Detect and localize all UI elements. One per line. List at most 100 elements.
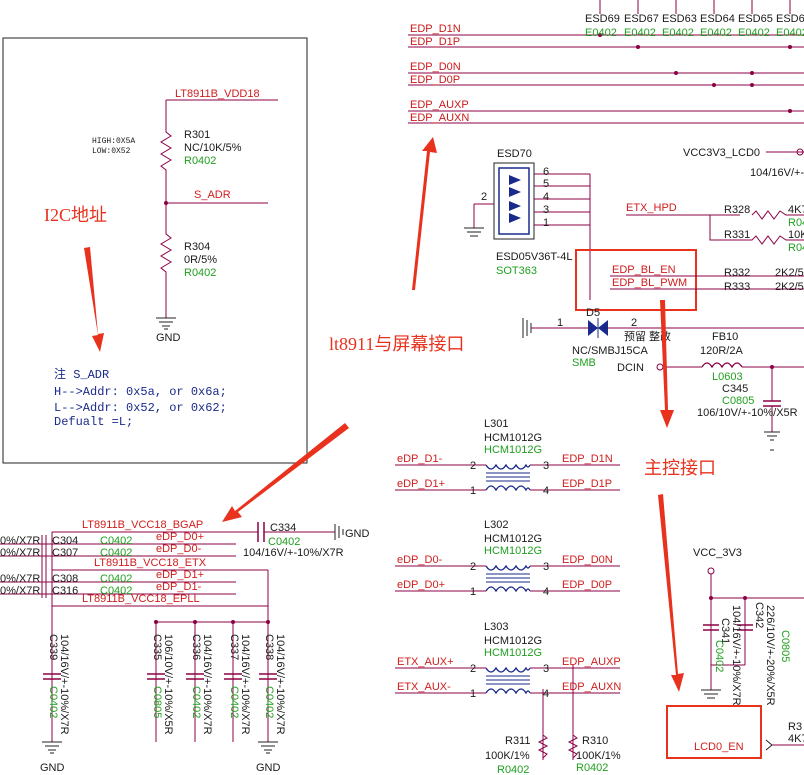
vcc18-etx-net: LT8911B_VCC18_ETX [94, 557, 207, 569]
gnd-symbol-right [258, 741, 278, 754]
cap-value: 104/16V/+-10%/X7R [201, 634, 213, 735]
cap-value: 106/10V/+-10%/X5R [162, 634, 174, 735]
schematic-canvas: LT8911B_VDD18 HIGH:0X5A LOW:0X52 R301 NC… [0, 0, 804, 775]
i2c-annotation: I2C地址 [44, 205, 107, 225]
fb10-value: 120R/2A [700, 345, 743, 357]
r311-value: 100K/1% [485, 750, 530, 762]
c334-gnd: GND [345, 528, 370, 540]
esd70-pin-4: 4 [543, 191, 549, 203]
choke-ref: L303 [484, 621, 508, 633]
cap-value: 104/16V/+-10%/X7R [274, 634, 286, 735]
c345-value: 106/10V/+-10%/X5R [697, 407, 798, 419]
r331-package: R04 [788, 242, 804, 254]
choke-package: HCM1012G [484, 647, 542, 659]
bgap-arrow [222, 423, 349, 522]
fb10-package: L0603 [712, 371, 743, 383]
r301-value: NC/10K/5% [184, 142, 242, 154]
esd70-pin-left: 2 [481, 191, 487, 203]
esd-header-ref: ESD62 [776, 13, 804, 25]
vcc-3v3-net: VCC_3V3 [693, 547, 742, 559]
lcd0-en-net: LCD0_EN [694, 741, 744, 753]
c304-left-value: 0%/X7R [0, 535, 40, 547]
r301-resistor [160, 128, 172, 203]
edp-bl-en-net: EDP_BL_EN [612, 264, 676, 276]
note-title: 注 S_ADR [54, 366, 109, 382]
r310-ref: R310 [582, 735, 608, 747]
r301-package: R0402 [184, 155, 216, 167]
r310-package: R0402 [576, 762, 608, 774]
net-edp-auxp: EDP_AUXP [410, 99, 469, 111]
note-line-low: L-->Addr: 0x52, or 0x62; [54, 401, 227, 415]
i2c-arrow [84, 247, 104, 352]
cap-package: C0402 [47, 686, 59, 718]
gnd-label: GND [156, 332, 181, 344]
r332-value: 2K2/5 [775, 267, 804, 279]
esd-header-package: E0402 [738, 27, 770, 39]
common-mode-chokes: L301HCM1012GHCM1012G2134eDP_D1-eDP_D1+ED… [395, 418, 621, 700]
r304-resistor [160, 203, 172, 318]
host-arrow-top [660, 300, 674, 428]
cap-package: C0402 [190, 686, 202, 718]
c334-ref: C334 [270, 522, 296, 534]
cap-ref: C335 [151, 634, 163, 660]
d5-pin1: 1 [557, 317, 563, 329]
net-edp-d1n: EDP_D1N [410, 23, 461, 35]
choke-pin: 4 [543, 485, 549, 497]
vcc3v3-lcd0-net: VCC3V3_LCD0 [683, 147, 760, 159]
cap-package: C0402 [228, 686, 240, 718]
choke-ref: L301 [484, 418, 508, 430]
esd70-pin-5: 5 [543, 178, 549, 190]
esd-header-ref: ESD64 [700, 13, 735, 25]
net-edp-d0n: EDP_D0N [410, 61, 461, 73]
dcin-net: DCIN [617, 362, 644, 374]
esd-header-ref: ESD65 [738, 13, 773, 25]
choke-package: HCM1012G [484, 545, 542, 557]
s-adr-net-label: S_ADR [194, 189, 231, 201]
host-annotation: 主控接口 [644, 458, 716, 478]
esd-header-package: E0402 [662, 27, 694, 39]
choke-input-net: eDP_D0- [397, 554, 443, 566]
choke-input-net: eDP_D0+ [397, 579, 445, 591]
net-edp-d0p: EDP_D0P [410, 74, 460, 86]
r332-ref: R332 [724, 267, 750, 279]
c334-value: 104/16V/+-10%/X7R [243, 547, 344, 559]
esd70-part: ESD05V36T-4L [496, 251, 572, 263]
esd70-pin-6: 6 [543, 166, 549, 178]
cap-ref: C337 [228, 634, 240, 660]
gnd-label-right: GND [256, 762, 281, 774]
vcc18-bgap-net: LT8911B_VCC18_BGAP [82, 519, 203, 531]
choke-output-net: EDP_D1P [562, 478, 612, 490]
choke-input-net: ETX_AUX+ [397, 656, 454, 668]
r301-ref: R301 [184, 129, 210, 141]
choke-pin: 1 [470, 688, 476, 700]
choke-input-net: eDP_D1- [397, 453, 443, 465]
c304-ref: C304 [52, 535, 78, 547]
ground-symbol [156, 317, 176, 330]
c308-ref: C308 [52, 573, 78, 585]
edp-d1n-net-left: eDP_D1- [156, 581, 202, 593]
choke-pin: 4 [543, 688, 549, 700]
host-arrow-bottom [658, 494, 684, 692]
c307-ref: C307 [52, 547, 78, 559]
esd-header-package: E0402 [700, 27, 732, 39]
c307-left-value: 0%/X7R [0, 547, 40, 559]
choke-part: HCM1012G [484, 432, 542, 444]
screen-arrow [410, 137, 437, 290]
edp-d0n-net-left: eDP_D0- [156, 543, 202, 555]
r304-ref: R304 [184, 241, 210, 253]
cap-ref: C339 [47, 634, 59, 660]
c342-package: C0805 [779, 630, 791, 662]
note-line-high: H-->Addr: 0x5a, or 0x6a; [54, 385, 227, 399]
fb10-ref: FB10 [712, 331, 738, 343]
gnd-symbol-left [42, 741, 62, 754]
esd-header-package: E0402 [776, 27, 804, 39]
c316-ref: C316 [52, 585, 78, 597]
r311-package: R0402 [497, 764, 529, 775]
choke-input-net: eDP_D1+ [397, 478, 445, 490]
cap-package: C0402 [263, 686, 275, 718]
net-edp-d1p: EDP_D1P [410, 36, 460, 48]
esd70-body [493, 162, 535, 240]
choke-package: HCM1012G [484, 444, 542, 456]
c341-package: C0402 [713, 640, 725, 672]
c341-value: 104/16V/+-10%/X7R [730, 605, 742, 706]
